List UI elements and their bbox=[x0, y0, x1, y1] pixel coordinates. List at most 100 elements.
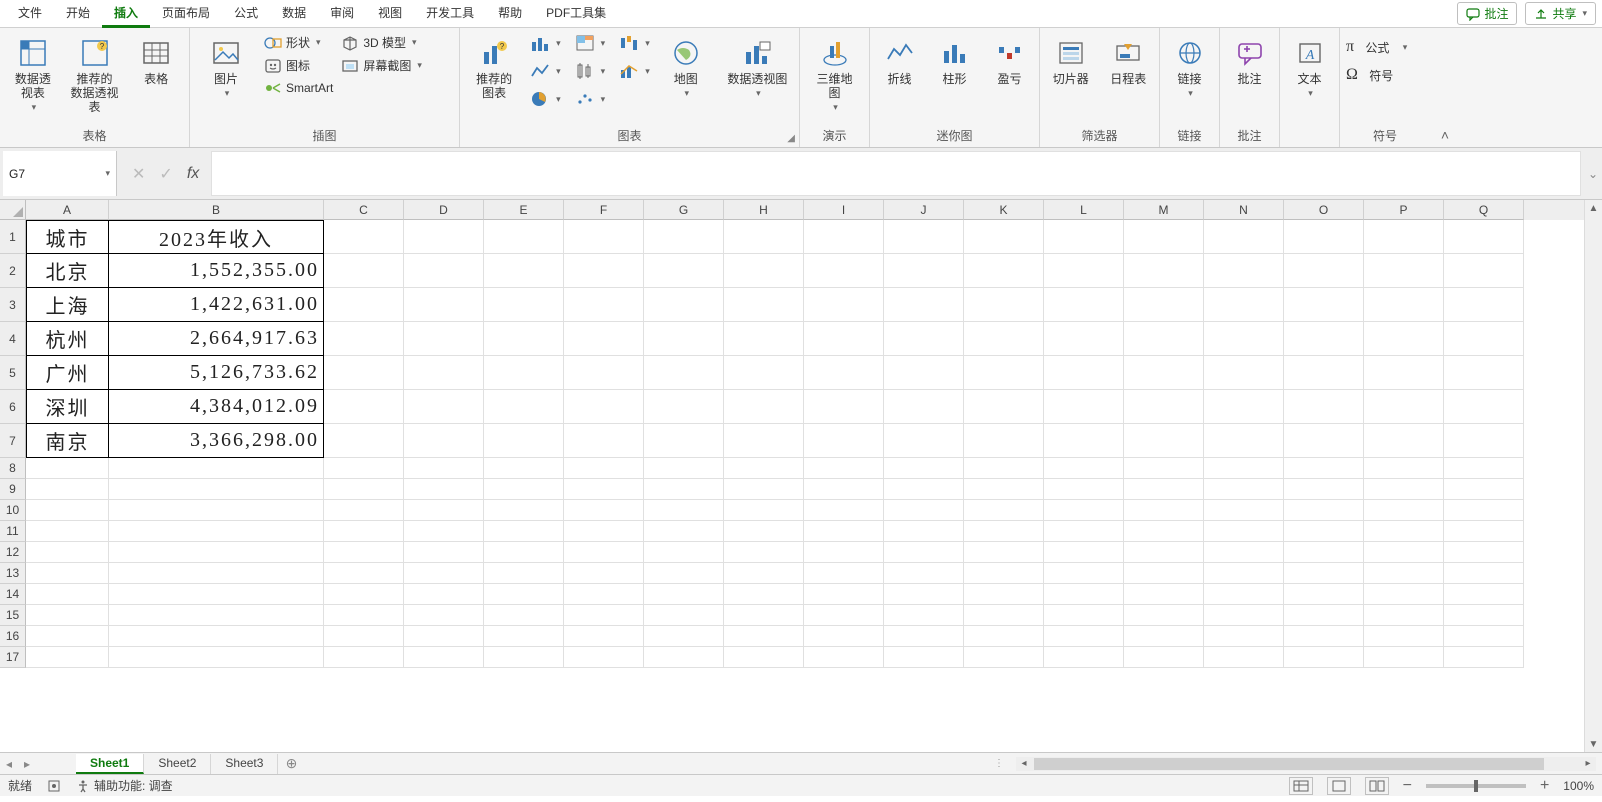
cell-A11[interactable] bbox=[26, 521, 109, 542]
cell-J6[interactable] bbox=[884, 390, 964, 424]
cell-E11[interactable] bbox=[484, 521, 564, 542]
cell-B7[interactable]: 3,366,298.00 bbox=[109, 424, 324, 458]
cell-H4[interactable] bbox=[724, 322, 804, 356]
cell-A1[interactable]: 城市 bbox=[26, 220, 109, 254]
cell-J17[interactable] bbox=[884, 647, 964, 668]
cell-K12[interactable] bbox=[964, 542, 1044, 563]
col-header-K[interactable]: K bbox=[964, 200, 1044, 220]
cell-L4[interactable] bbox=[1044, 322, 1124, 356]
cell-B11[interactable] bbox=[109, 521, 324, 542]
row-header-7[interactable]: 7 bbox=[0, 424, 26, 458]
cell-N5[interactable] bbox=[1204, 356, 1284, 390]
cell-C6[interactable] bbox=[324, 390, 404, 424]
cell-D9[interactable] bbox=[404, 479, 484, 500]
sparkline-winloss-button[interactable]: 盈亏 bbox=[986, 32, 1033, 90]
cell-I14[interactable] bbox=[804, 584, 884, 605]
cell-D10[interactable] bbox=[404, 500, 484, 521]
cell-L16[interactable] bbox=[1044, 626, 1124, 647]
cell-H3[interactable] bbox=[724, 288, 804, 322]
zoom-level[interactable]: 100% bbox=[1563, 779, 1594, 793]
hierarchy-chart-button[interactable]: ▾ bbox=[575, 34, 606, 52]
cell-A2[interactable]: 北京 bbox=[26, 254, 109, 288]
cell-M11[interactable] bbox=[1124, 521, 1204, 542]
cell-M15[interactable] bbox=[1124, 605, 1204, 626]
recommended-pivot-button[interactable]: ? 推荐的 数据透视表 bbox=[68, 32, 122, 118]
cell-M17[interactable] bbox=[1124, 647, 1204, 668]
cell-C7[interactable] bbox=[324, 424, 404, 458]
name-box[interactable]: G7 ▾ bbox=[3, 151, 117, 196]
cell-D16[interactable] bbox=[404, 626, 484, 647]
cell-Q11[interactable] bbox=[1444, 521, 1524, 542]
stat-chart-button[interactable]: ▾ bbox=[575, 62, 606, 80]
cell-J12[interactable] bbox=[884, 542, 964, 563]
cell-G16[interactable] bbox=[644, 626, 724, 647]
cell-Q10[interactable] bbox=[1444, 500, 1524, 521]
cell-H2[interactable] bbox=[724, 254, 804, 288]
cell-M8[interactable] bbox=[1124, 458, 1204, 479]
comment-insert-button[interactable]: 批注 bbox=[1226, 32, 1273, 90]
cell-F11[interactable] bbox=[564, 521, 644, 542]
cell-E7[interactable] bbox=[484, 424, 564, 458]
cell-M2[interactable] bbox=[1124, 254, 1204, 288]
row-header-15[interactable]: 15 bbox=[0, 605, 26, 626]
sheet-nav-prev[interactable]: ◂ bbox=[0, 757, 18, 771]
cell-D15[interactable] bbox=[404, 605, 484, 626]
col-header-Q[interactable]: Q bbox=[1444, 200, 1524, 220]
cell-P17[interactable] bbox=[1364, 647, 1444, 668]
row-header-3[interactable]: 3 bbox=[0, 288, 26, 322]
cell-C3[interactable] bbox=[324, 288, 404, 322]
cell-P16[interactable] bbox=[1364, 626, 1444, 647]
table-button[interactable]: 表格 bbox=[129, 32, 183, 90]
menu-tab-9[interactable]: 帮助 bbox=[486, 0, 534, 28]
col-header-M[interactable]: M bbox=[1124, 200, 1204, 220]
cell-J8[interactable] bbox=[884, 458, 964, 479]
cell-O2[interactable] bbox=[1284, 254, 1364, 288]
cell-E3[interactable] bbox=[484, 288, 564, 322]
cell-H17[interactable] bbox=[724, 647, 804, 668]
cell-Q7[interactable] bbox=[1444, 424, 1524, 458]
comments-button[interactable]: 批注 bbox=[1457, 2, 1517, 25]
cell-K7[interactable] bbox=[964, 424, 1044, 458]
cell-E9[interactable] bbox=[484, 479, 564, 500]
cell-Q13[interactable] bbox=[1444, 563, 1524, 584]
cell-K3[interactable] bbox=[964, 288, 1044, 322]
cell-L6[interactable] bbox=[1044, 390, 1124, 424]
menu-tab-10[interactable]: PDF工具集 bbox=[534, 0, 618, 28]
cell-I8[interactable] bbox=[804, 458, 884, 479]
cell-B8[interactable] bbox=[109, 458, 324, 479]
pivot-table-button[interactable]: 数据透 视表▾ bbox=[6, 32, 60, 117]
pivot-chart-button[interactable]: 数据透视图▾ bbox=[722, 32, 793, 103]
cell-D13[interactable] bbox=[404, 563, 484, 584]
cell-B3[interactable]: 1,422,631.00 bbox=[109, 288, 324, 322]
col-header-L[interactable]: L bbox=[1044, 200, 1124, 220]
cell-F17[interactable] bbox=[564, 647, 644, 668]
cell-J10[interactable] bbox=[884, 500, 964, 521]
cell-I9[interactable] bbox=[804, 479, 884, 500]
cell-I13[interactable] bbox=[804, 563, 884, 584]
cell-H15[interactable] bbox=[724, 605, 804, 626]
cell-H9[interactable] bbox=[724, 479, 804, 500]
cell-K8[interactable] bbox=[964, 458, 1044, 479]
cell-F13[interactable] bbox=[564, 563, 644, 584]
cell-K16[interactable] bbox=[964, 626, 1044, 647]
sparkline-line-button[interactable]: 折线 bbox=[876, 32, 923, 90]
cell-D7[interactable] bbox=[404, 424, 484, 458]
scroll-up-icon[interactable]: ▲ bbox=[1585, 200, 1602, 216]
cell-O12[interactable] bbox=[1284, 542, 1364, 563]
cell-N3[interactable] bbox=[1204, 288, 1284, 322]
cell-P3[interactable] bbox=[1364, 288, 1444, 322]
cell-P11[interactable] bbox=[1364, 521, 1444, 542]
cell-E10[interactable] bbox=[484, 500, 564, 521]
cell-J13[interactable] bbox=[884, 563, 964, 584]
cell-I1[interactable] bbox=[804, 220, 884, 254]
pie-chart-button[interactable]: ▾ bbox=[530, 90, 561, 108]
cell-E15[interactable] bbox=[484, 605, 564, 626]
view-normal-button[interactable] bbox=[1289, 777, 1313, 795]
cell-B4[interactable]: 2,664,917.63 bbox=[109, 322, 324, 356]
cell-I15[interactable] bbox=[804, 605, 884, 626]
cell-I6[interactable] bbox=[804, 390, 884, 424]
menu-tab-5[interactable]: 数据 bbox=[270, 0, 318, 28]
cell-L15[interactable] bbox=[1044, 605, 1124, 626]
sheet-nav-next[interactable]: ▸ bbox=[18, 757, 36, 771]
cell-K2[interactable] bbox=[964, 254, 1044, 288]
